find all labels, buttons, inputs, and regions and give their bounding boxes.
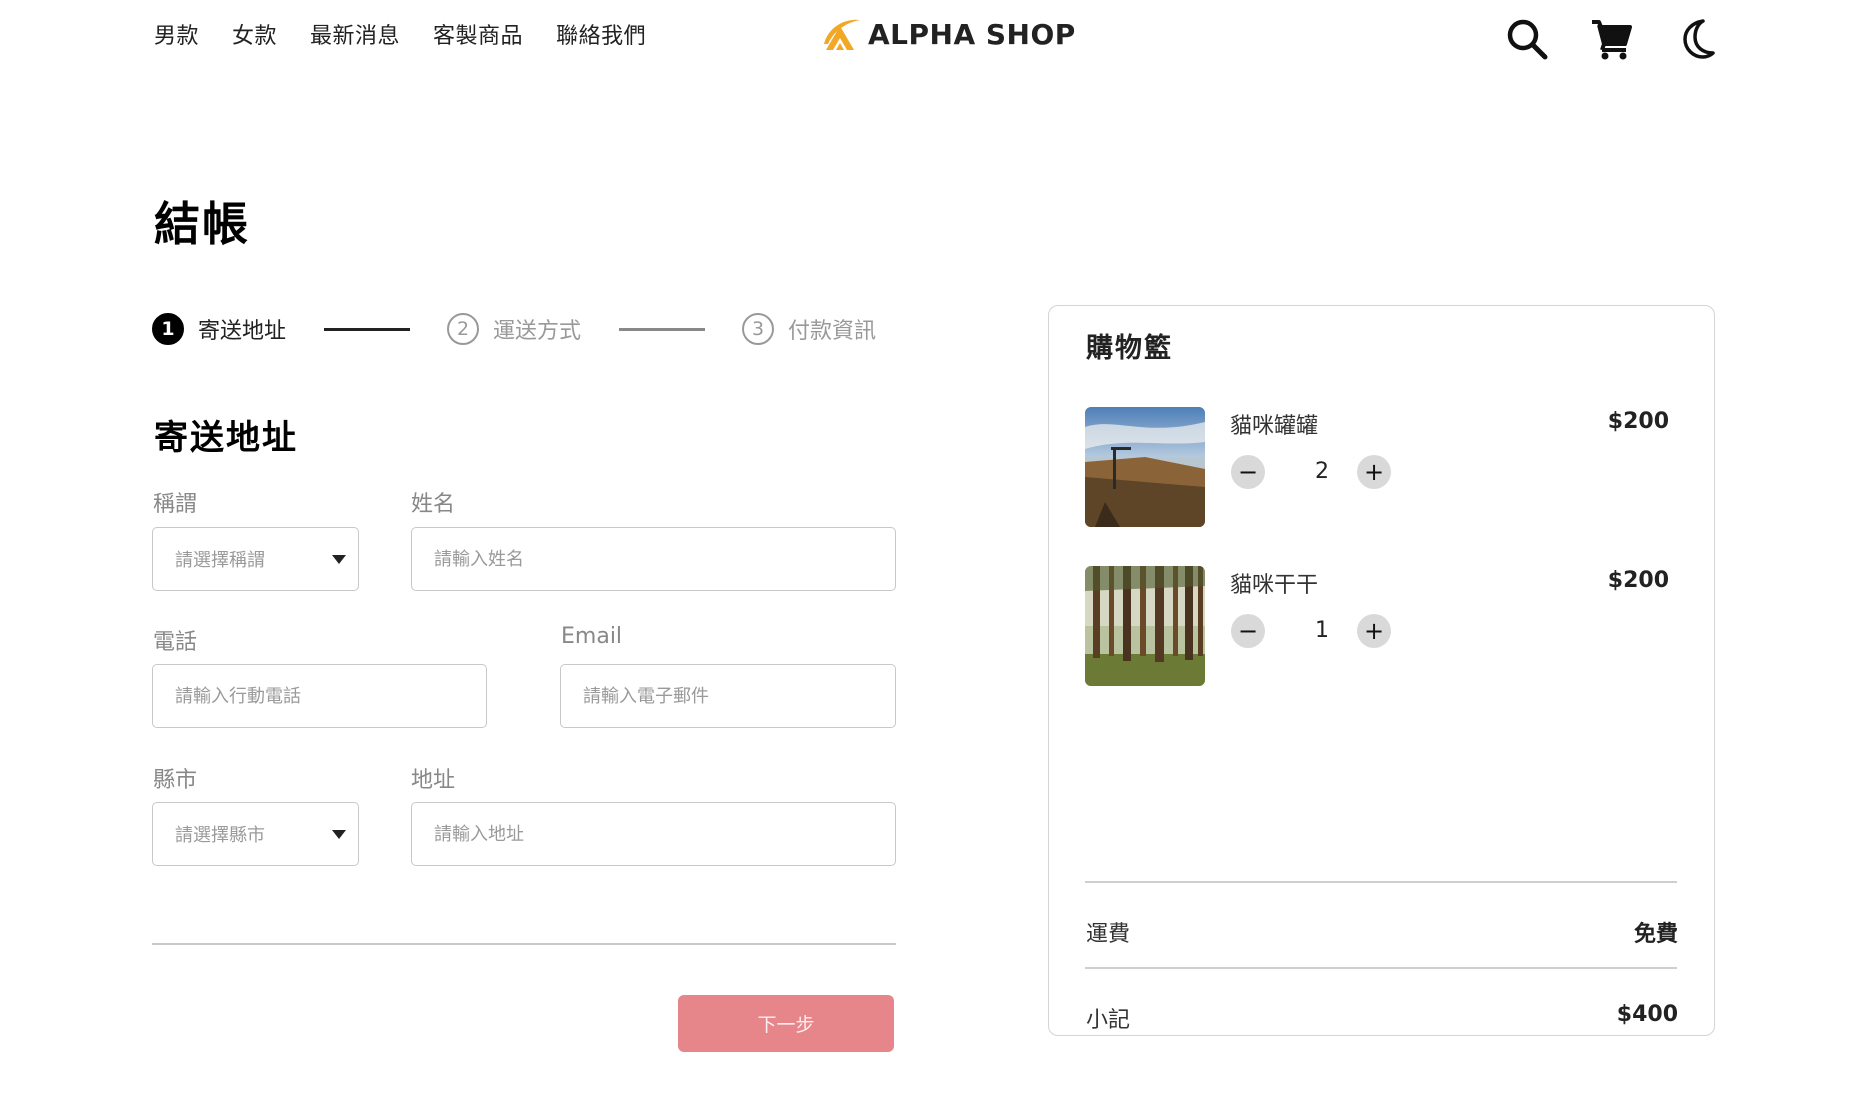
search-icon[interactable] [1505, 17, 1549, 61]
cart-divider [1085, 967, 1677, 969]
moon-icon[interactable] [1675, 17, 1719, 61]
salutation-select-value: 請選擇稱謂 [175, 550, 265, 571]
email-label: Email [561, 624, 623, 649]
city-select-value: 請選擇縣市 [175, 825, 265, 846]
item-name: 貓咪罐罐 [1230, 414, 1319, 439]
step-number: 3 [742, 313, 775, 345]
address-input[interactable] [434, 803, 895, 865]
name-field-wrapper [411, 527, 896, 591]
cart-item: 貓咪干干 $200 − 1 + [1085, 566, 1675, 686]
minus-icon: − [1237, 458, 1259, 486]
nav-item-custom[interactable]: 客製商品 [433, 18, 523, 50]
increase-quantity-button[interactable]: + [1357, 614, 1391, 648]
phone-label: 電話 [153, 630, 198, 655]
product-image-lakeshore [1085, 407, 1205, 527]
caret-down-icon [332, 555, 346, 564]
minus-icon: − [1237, 617, 1259, 645]
form-title: 寄送地址 [154, 418, 298, 458]
item-price: $200 [1607, 409, 1669, 434]
nav-item-contact[interactable]: 聯絡我們 [556, 18, 646, 50]
decrease-quantity-button[interactable]: − [1231, 455, 1265, 489]
phone-field-wrapper [152, 664, 487, 728]
step-number: 2 [447, 313, 480, 345]
subtotal-label: 小記 [1086, 1008, 1131, 1033]
plus-icon: + [1363, 458, 1385, 486]
address-field-wrapper [411, 802, 896, 866]
subtotal-value: $400 [1616, 1002, 1678, 1027]
plus-icon: + [1363, 617, 1385, 645]
caret-down-icon [332, 830, 346, 839]
step-connector [324, 327, 411, 331]
decrease-quantity-button[interactable]: − [1231, 614, 1265, 648]
step-payment[interactable]: 3 付款資訊 [742, 313, 876, 345]
salutation-label: 稱謂 [153, 492, 198, 517]
step-number: 1 [152, 313, 184, 345]
shipping-label: 運費 [1086, 922, 1131, 947]
cart-title: 購物籃 [1086, 333, 1173, 364]
email-input[interactable] [583, 665, 895, 727]
cart-divider [1085, 881, 1677, 883]
step-label: 付款資訊 [788, 319, 877, 344]
step-connector [619, 327, 706, 331]
logo-text: ALPHA SHOP [868, 17, 1076, 51]
item-name: 貓咪干干 [1230, 573, 1319, 598]
cart-icon[interactable] [1590, 17, 1634, 61]
form-divider [152, 943, 896, 945]
checkout-stepper: 1 寄送地址 2 運送方式 3 付款資訊 [152, 313, 876, 345]
item-quantity: 1 [1315, 618, 1329, 643]
site-logo[interactable]: ALPHA SHOP [818, 14, 1076, 54]
step-label: 寄送地址 [198, 319, 287, 344]
cart-item: 貓咪罐罐 $200 − 2 + [1085, 407, 1675, 527]
name-label: 姓名 [411, 492, 456, 517]
email-field-wrapper [560, 664, 896, 728]
phone-input[interactable] [175, 665, 486, 727]
city-label: 縣市 [153, 768, 198, 793]
product-image-forest [1085, 566, 1205, 686]
next-step-button[interactable]: 下一步 [678, 995, 894, 1052]
item-quantity: 2 [1315, 459, 1329, 484]
step-address[interactable]: 1 寄送地址 [152, 313, 286, 345]
increase-quantity-button[interactable]: + [1357, 455, 1391, 489]
address-label: 地址 [411, 768, 456, 793]
step-label: 運送方式 [493, 319, 582, 344]
salutation-select[interactable]: 請選擇稱謂 [152, 527, 359, 591]
shipping-value: 免費 [1633, 922, 1678, 947]
step-shipping[interactable]: 2 運送方式 [447, 313, 581, 345]
page-title: 結帳 [154, 197, 250, 251]
nav-item-news[interactable]: 最新消息 [310, 18, 400, 50]
city-select[interactable]: 請選擇縣市 [152, 802, 359, 866]
cart-panel: 購物籃 貓咪罐罐 $200 − 2 + 貓咪干干 $200 − 1 + 運費 免… [1048, 305, 1715, 1036]
main-nav: 男款 女款 最新消息 客製商品 聯絡我們 [154, 18, 679, 50]
nav-item-men[interactable]: 男款 [154, 18, 199, 50]
name-input[interactable] [434, 528, 895, 590]
alpha-logo-icon [824, 19, 860, 50]
item-price: $200 [1607, 568, 1669, 593]
nav-item-women[interactable]: 女款 [232, 18, 277, 50]
